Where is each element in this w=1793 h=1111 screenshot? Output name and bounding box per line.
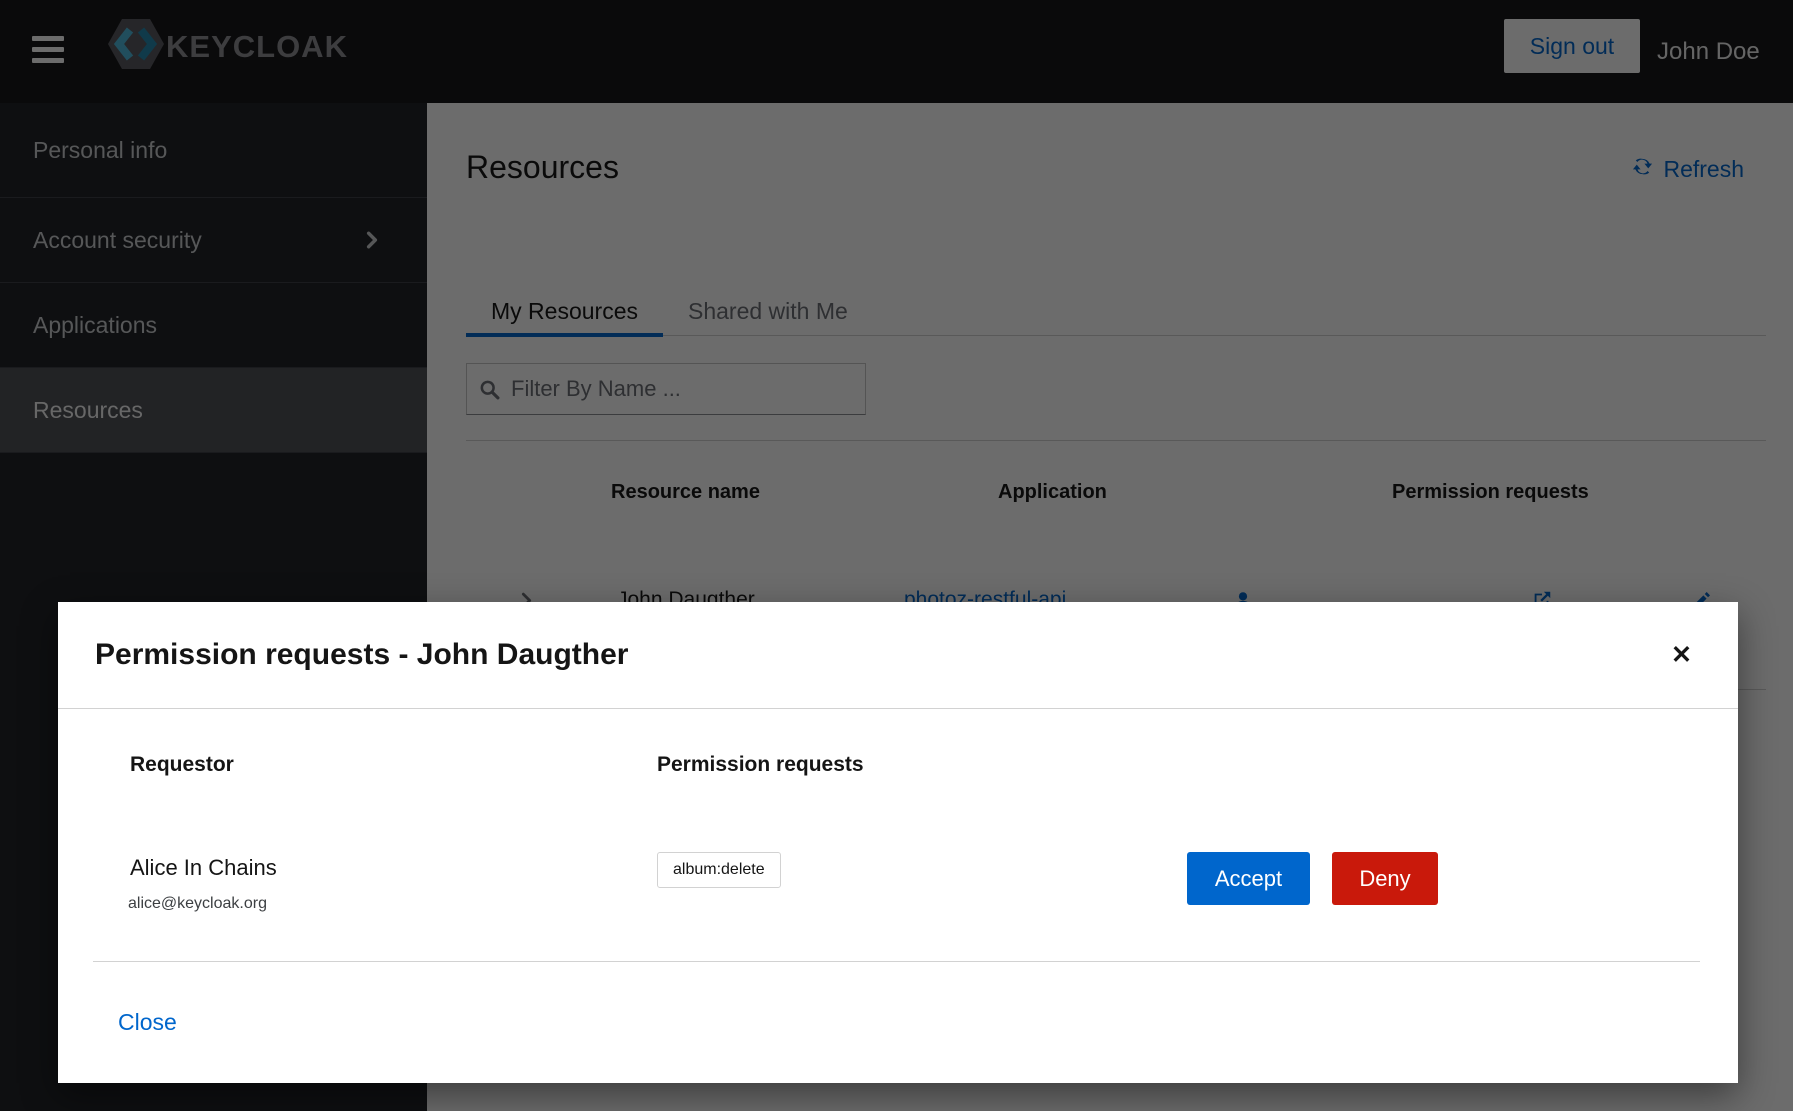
requestor-name: Alice In Chains xyxy=(130,855,277,881)
modal-header: Permission requests - John Daugther ✕ xyxy=(58,602,1738,709)
modal-title: Permission requests - John Daugther xyxy=(95,638,628,672)
permission-requests-modal: Permission requests - John Daugther ✕ Re… xyxy=(58,602,1738,1083)
modal-close-link[interactable]: Close xyxy=(118,1009,177,1036)
accept-button[interactable]: Accept xyxy=(1187,852,1310,905)
modal-footer-divider xyxy=(93,961,1700,962)
close-icon[interactable]: ✕ xyxy=(1665,637,1698,674)
permission-chip: album:delete xyxy=(657,852,781,888)
requestor-column-header: Requestor xyxy=(130,753,234,777)
keycloak-account-page: KEYCLOAK Sign out John Doe Personal info… xyxy=(0,0,1793,1111)
modal-body: Requestor Permission requests Alice In C… xyxy=(58,709,1738,1082)
permission-requests-column-header: Permission requests xyxy=(657,753,864,777)
requestor-email: alice@keycloak.org xyxy=(128,895,267,913)
deny-button[interactable]: Deny xyxy=(1332,852,1438,905)
